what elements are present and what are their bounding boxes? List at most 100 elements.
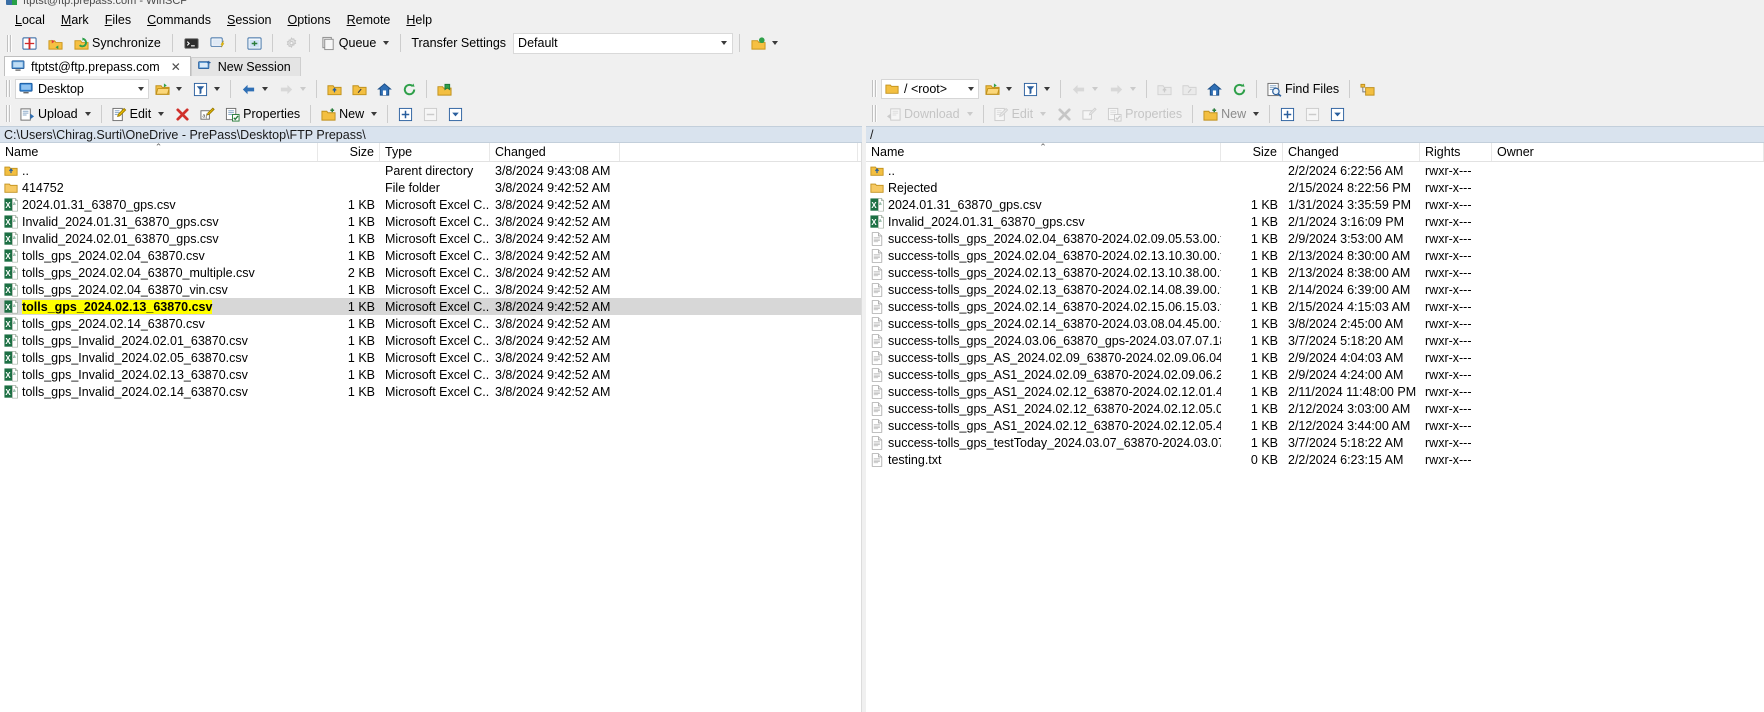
open-terminal-button[interactable] xyxy=(179,32,203,54)
local-forward-button[interactable] xyxy=(274,78,311,100)
table-row[interactable]: ..2/2/2024 6:22:56 AMrwxr-x--- xyxy=(866,162,1764,179)
local-back-button[interactable] xyxy=(236,78,273,100)
delete-button[interactable] xyxy=(170,103,194,125)
remote-column-header-changed[interactable]: Changed xyxy=(1283,143,1420,161)
transfer-settings-combo[interactable]: Default xyxy=(513,33,733,54)
properties-button[interactable]: Properties xyxy=(220,103,305,125)
remote-forward-button[interactable] xyxy=(1104,78,1141,100)
remote-edit-button[interactable]: Edit xyxy=(989,103,1052,125)
table-row[interactable]: XaInvalid_2024.01.31_63870_gps.csv1 KBMi… xyxy=(0,213,861,230)
remote-filter-button[interactable] xyxy=(1018,78,1055,100)
menu-local[interactable]: Local xyxy=(7,11,53,29)
chevron-down-icon[interactable] xyxy=(214,87,220,91)
table-row[interactable]: success-tolls_gps_testToday_2024.03.07_6… xyxy=(866,434,1764,451)
table-row[interactable]: success-tolls_gps_AS1_2024.02.12_63870-2… xyxy=(866,383,1764,400)
table-row[interactable]: Xatolls_gps_2024.02.04_63870_multiple.cs… xyxy=(0,264,861,281)
table-row[interactable]: success-tolls_gps_2024.03.06_63870_gps-2… xyxy=(866,332,1764,349)
table-row[interactable]: Rejected2/15/2024 8:22:56 PMrwxr-x--- xyxy=(866,179,1764,196)
transfer-settings-preset-button[interactable] xyxy=(746,32,783,54)
queue-button[interactable]: Queue xyxy=(316,32,395,54)
table-row[interactable]: success-tolls_gps_AS1_2024.02.12_63870-2… xyxy=(866,417,1764,434)
chevron-down-icon[interactable] xyxy=(138,87,144,91)
remote-column-header-rights[interactable]: Rights xyxy=(1420,143,1492,161)
chevron-down-icon[interactable] xyxy=(1092,87,1098,91)
chevron-down-icon[interactable] xyxy=(1040,112,1046,116)
chevron-down-icon[interactable] xyxy=(1006,87,1012,91)
remote-open-directory-button[interactable] xyxy=(980,78,1017,100)
remote-path-bar[interactable]: / xyxy=(866,126,1764,143)
local-column-header-name[interactable]: Name⌃ xyxy=(0,143,318,161)
remote-column-header-name[interactable]: Name⌃ xyxy=(866,143,1221,161)
toolbar-grip[interactable] xyxy=(7,35,12,52)
chevron-down-icon[interactable] xyxy=(383,41,389,45)
find-files-toolbar-button[interactable] xyxy=(242,32,266,54)
menu-commands[interactable]: Commands xyxy=(139,11,219,29)
remote-parent-directory-button[interactable] xyxy=(1152,78,1176,100)
upload-button[interactable]: Upload xyxy=(15,103,96,125)
remote-new-button[interactable]: New xyxy=(1198,103,1264,125)
table-row[interactable]: Xatolls_gps_Invalid_2024.02.13_63870.csv… xyxy=(0,366,861,383)
synchronize-button[interactable]: Synchronize xyxy=(69,32,166,54)
remote-rename-button[interactable] xyxy=(1077,103,1101,125)
table-row[interactable]: Xa2024.01.31_63870_gps.csv1 KBMicrosoft … xyxy=(0,196,861,213)
remote-path-combo[interactable]: / <root> xyxy=(881,79,979,99)
menu-session[interactable]: Session xyxy=(219,11,279,29)
local-filter-button[interactable] xyxy=(188,78,225,100)
table-row[interactable]: Xatolls_gps_2024.02.04_63870_vin.csv1 KB… xyxy=(0,281,861,298)
table-row[interactable]: success-tolls_gps_2024.02.04_63870-2024.… xyxy=(866,247,1764,264)
menu-files[interactable]: Files xyxy=(97,11,139,29)
table-row[interactable]: Xa2024.01.31_63870_gps.csv1 KB1/31/2024 … xyxy=(866,196,1764,213)
unselect-files-button[interactable] xyxy=(418,103,442,125)
table-row[interactable]: Xatolls_gps_2024.02.14_63870.csv1 KBMicr… xyxy=(0,315,861,332)
remote-root-directory-button[interactable] xyxy=(1177,78,1201,100)
local-drive-combo[interactable]: Desktop xyxy=(15,79,149,99)
table-row[interactable]: Xatolls_gps_2024.02.13_63870.csv1 KBMicr… xyxy=(0,298,861,315)
chevron-down-icon[interactable] xyxy=(1253,112,1259,116)
chevron-down-icon[interactable] xyxy=(1130,87,1136,91)
new-button[interactable]: New xyxy=(316,103,382,125)
table-row[interactable]: success-tolls_gps_2024.02.14_63870-2024.… xyxy=(866,298,1764,315)
table-row[interactable]: success-tolls_gps_2024.02.14_63870-2024.… xyxy=(866,315,1764,332)
local-column-header-type[interactable]: Type xyxy=(380,143,490,161)
table-row[interactable]: Xatolls_gps_Invalid_2024.02.05_63870.csv… xyxy=(0,349,861,366)
session-tab-ftptst[interactable]: ftptst@ftp.prepass.com ✕ xyxy=(4,56,191,76)
remote-column-header-size[interactable]: Size xyxy=(1221,143,1283,161)
close-icon[interactable]: ✕ xyxy=(171,60,181,74)
chevron-down-icon[interactable] xyxy=(772,41,778,45)
table-row[interactable]: Xatolls_gps_2024.02.04_63870.csv1 KBMicr… xyxy=(0,247,861,264)
remote-selection-dropdown-button[interactable] xyxy=(1325,103,1349,125)
local-open-directory-button[interactable] xyxy=(150,78,187,100)
chevron-down-icon[interactable] xyxy=(968,87,974,91)
local-root-directory-button[interactable] xyxy=(347,78,371,100)
local-path-bar[interactable]: C:\Users\Chirag.Surti\OneDrive - PrePass… xyxy=(0,126,862,143)
toolbar-grip[interactable] xyxy=(872,80,877,97)
menu-options[interactable]: Options xyxy=(280,11,339,29)
remote-bookmarks-button[interactable] xyxy=(1355,78,1379,100)
table-row[interactable]: 414752File folder3/8/2024 9:42:52 AM xyxy=(0,179,861,196)
toolbar-grip[interactable] xyxy=(6,105,11,122)
local-parent-directory-button[interactable] xyxy=(322,78,346,100)
synchronize-browsing-button[interactable] xyxy=(43,32,67,54)
remote-delete-button[interactable] xyxy=(1052,103,1076,125)
remote-properties-button[interactable]: Properties xyxy=(1102,103,1187,125)
table-row[interactable]: XaInvalid_2024.01.31_63870_gps.csv1 KB2/… xyxy=(866,213,1764,230)
chevron-down-icon[interactable] xyxy=(85,112,91,116)
chevron-down-icon[interactable] xyxy=(300,87,306,91)
local-column-header-size[interactable]: Size xyxy=(318,143,380,161)
download-button[interactable]: Download xyxy=(881,103,978,125)
remote-back-button[interactable] xyxy=(1066,78,1103,100)
table-row[interactable]: success-tolls_gps_AS_2024.02.09_63870-20… xyxy=(866,349,1764,366)
remote-home-directory-button[interactable] xyxy=(1202,78,1226,100)
table-row[interactable]: success-tolls_gps_2024.02.04_63870-2024.… xyxy=(866,230,1764,247)
keep-remote-directory-up-to-date-button[interactable] xyxy=(17,32,41,54)
menu-remote[interactable]: Remote xyxy=(339,11,399,29)
table-row[interactable]: ..Parent directory3/8/2024 9:43:08 AM xyxy=(0,162,861,179)
rename-button[interactable]: a| xyxy=(195,103,219,125)
select-files-button[interactable] xyxy=(393,103,417,125)
chevron-down-icon[interactable] xyxy=(1044,87,1050,91)
session-tab-new-session[interactable]: New Session xyxy=(191,57,301,76)
preferences-button[interactable] xyxy=(279,32,303,54)
chevron-down-icon[interactable] xyxy=(967,112,973,116)
table-row[interactable]: success-tolls_gps_2024.02.13_63870-2024.… xyxy=(866,281,1764,298)
remote-column-header-owner[interactable]: Owner xyxy=(1492,143,1764,161)
